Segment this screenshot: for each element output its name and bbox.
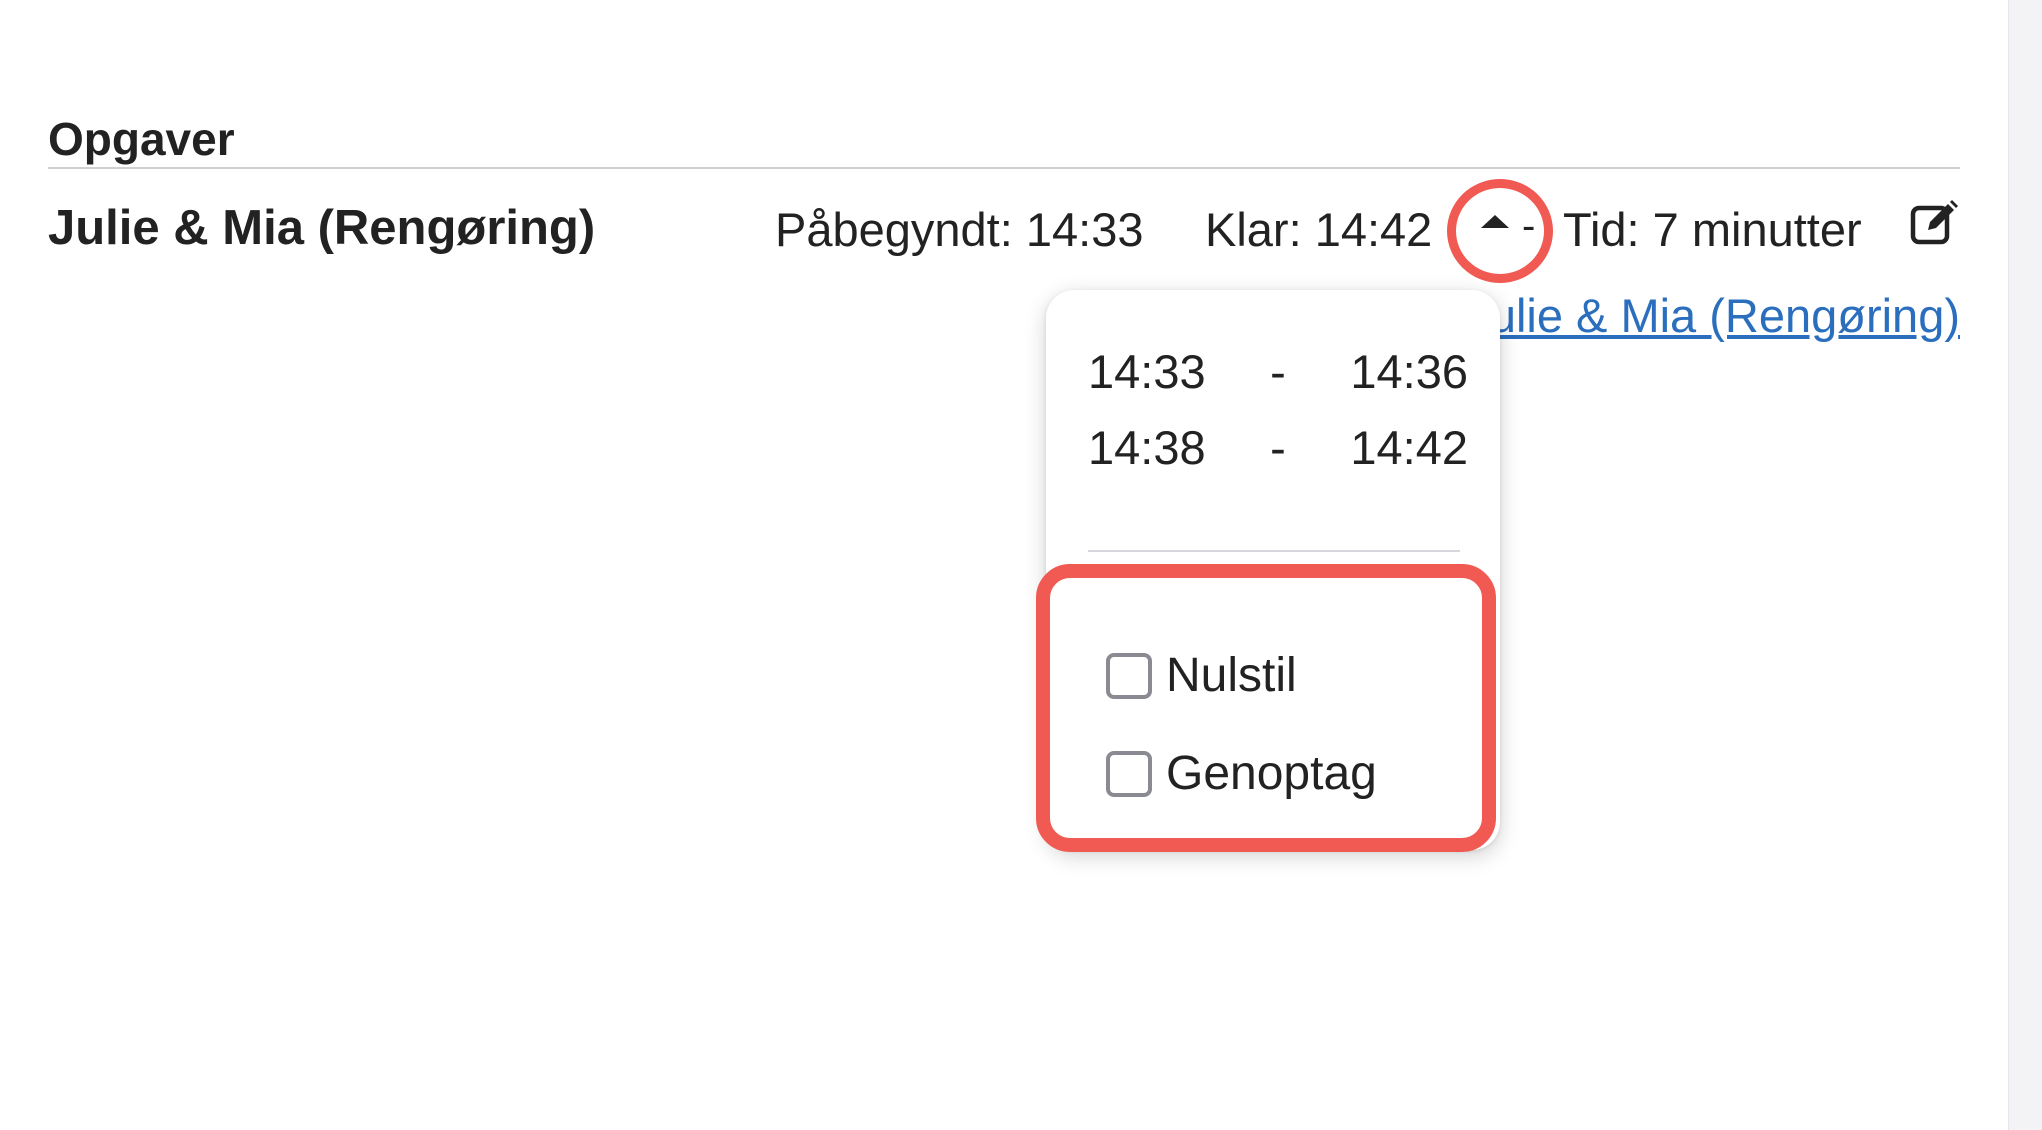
- interval-popover: 14:33 - 14:36 14:38 - 14:42 Nulstil Geno…: [1046, 290, 1500, 850]
- interval-separator: -: [1270, 421, 1286, 474]
- reset-label: Nulstil: [1166, 649, 1297, 702]
- assignee-link[interactable]: Julie & Mia (Rengøring): [1466, 289, 1960, 342]
- reset-option[interactable]: Nulstil: [1106, 648, 1297, 703]
- reset-checkbox[interactable]: [1106, 652, 1152, 699]
- resume-label: Genoptag: [1166, 747, 1377, 800]
- interval-row: 14:33 - 14:36: [1088, 344, 1468, 399]
- section-divider: [48, 167, 1960, 169]
- interval-end: 14:36: [1350, 345, 1468, 398]
- interval-row: 14:38 - 14:42: [1088, 420, 1468, 475]
- started-time: Påbegyndt: 14:33: [775, 203, 1144, 256]
- ready-time: Klar: 14:42: [1205, 203, 1433, 256]
- separator-dash: -: [1522, 204, 1536, 248]
- caret-up-icon: [1481, 214, 1509, 228]
- edit-icon[interactable]: [1908, 197, 1960, 249]
- interval-separator: -: [1270, 345, 1286, 398]
- page: Opgaver Julie & Mia (Rengøring) Påbegynd…: [0, 0, 2042, 1130]
- resume-option[interactable]: Genoptag: [1106, 746, 1377, 801]
- resume-checkbox[interactable]: [1106, 750, 1152, 797]
- popover-divider: [1088, 550, 1460, 552]
- section-title: Opgaver: [48, 113, 235, 165]
- interval-start: 14:33: [1088, 345, 1206, 398]
- assignee-link-row: Julie & Mia (Rengøring): [1440, 288, 1960, 343]
- interval-start: 14:38: [1088, 421, 1206, 474]
- duration-text: Tid: 7 minutter: [1563, 203, 1862, 256]
- scrollbar-gutter: [2008, 0, 2042, 1130]
- task-name: Julie & Mia (Rengøring): [48, 201, 596, 255]
- interval-end: 14:42: [1350, 421, 1468, 474]
